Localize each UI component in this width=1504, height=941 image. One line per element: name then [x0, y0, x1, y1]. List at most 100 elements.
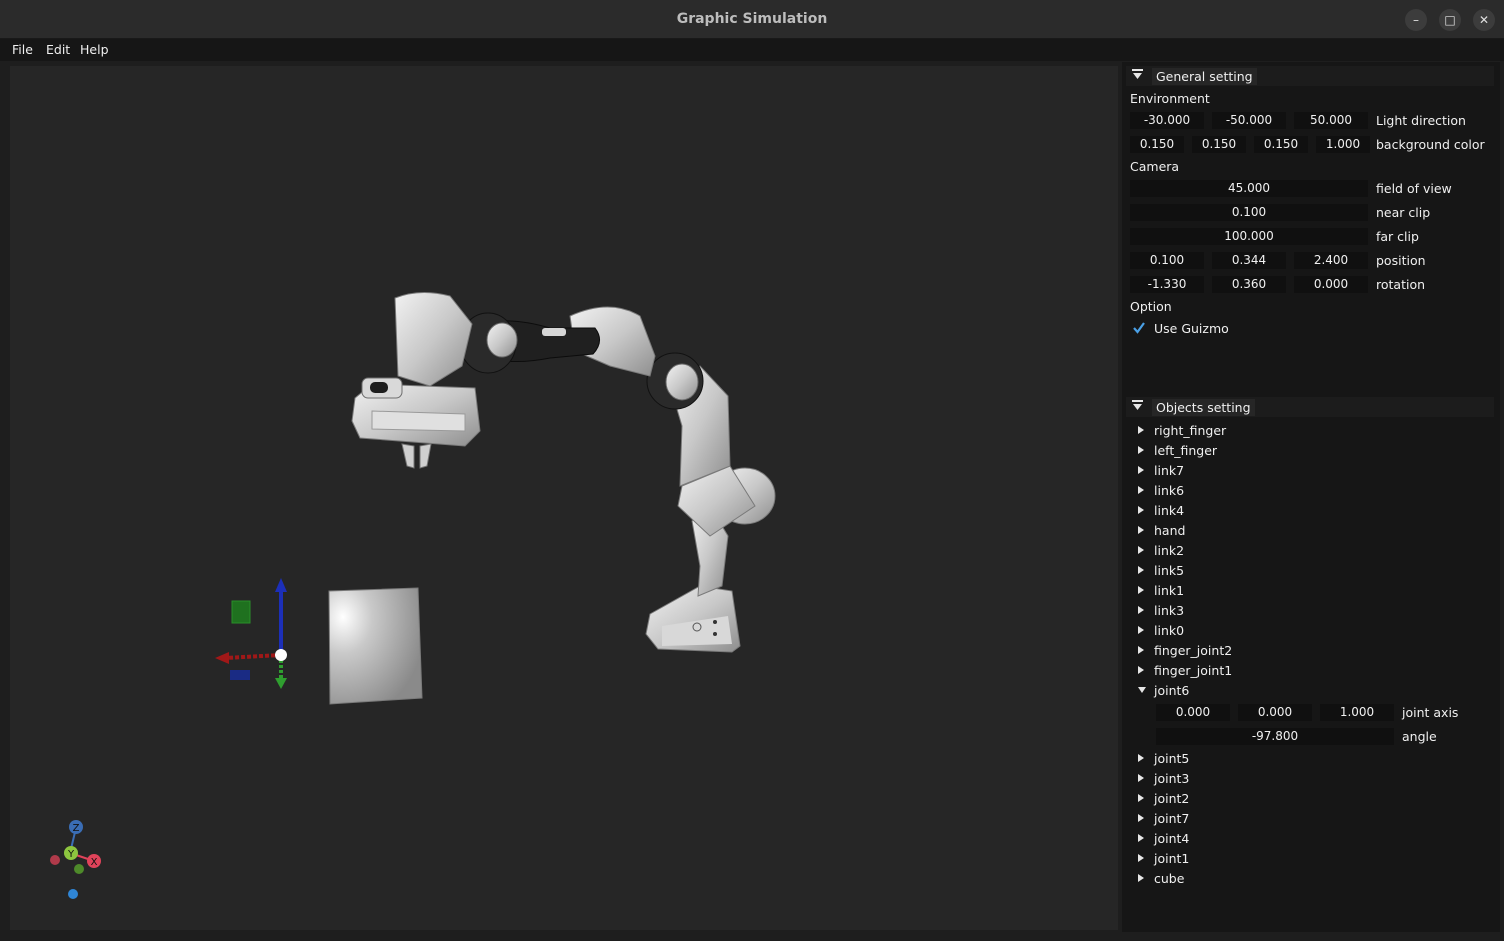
menu-bar: File Edit Help — [0, 39, 1504, 61]
tree-item-label[interactable]: joint5 — [1154, 751, 1189, 766]
menu-edit[interactable]: Edit — [46, 42, 70, 57]
settings-panel: General setting Environment -30.000 -50.… — [1122, 62, 1500, 932]
expand-arrow-icon[interactable] — [1138, 486, 1144, 494]
camera-position-x[interactable]: 0.100 — [1130, 252, 1204, 269]
collapse-arrow-icon — [1132, 69, 1143, 79]
menu-help[interactable]: Help — [80, 42, 109, 57]
camera-label: Camera — [1130, 159, 1180, 174]
camera-rotation-label: rotation — [1376, 277, 1426, 292]
tree-item-label[interactable]: finger_joint2 — [1154, 643, 1232, 658]
expand-arrow-icon[interactable] — [1138, 446, 1144, 454]
tree-item-label[interactable]: hand — [1154, 523, 1185, 538]
expand-arrow-icon[interactable] — [1138, 646, 1144, 654]
scene-render: Z X Y — [50, 292, 776, 899]
light-direction-y[interactable]: -50.000 — [1212, 112, 1286, 129]
camera-rotation-y[interactable]: 0.360 — [1212, 276, 1286, 293]
tree-item-label[interactable]: left_finger — [1154, 443, 1217, 458]
tree-item-label[interactable]: link6 — [1154, 483, 1184, 498]
expand-arrow-icon[interactable] — [1138, 606, 1144, 614]
axis-y-label: Y — [67, 849, 75, 860]
collapse-arrow-icon[interactable] — [1138, 687, 1146, 693]
joint-axis-x[interactable]: 0.000 — [1156, 704, 1230, 721]
expand-arrow-icon[interactable] — [1138, 854, 1144, 862]
background-color-r[interactable]: 0.150 — [1130, 136, 1184, 153]
view-axis-indicator[interactable]: Z X Y — [50, 820, 101, 899]
expand-arrow-icon[interactable] — [1138, 526, 1144, 534]
light-direction-x[interactable]: -30.000 — [1130, 112, 1204, 129]
cube-object[interactable] — [328, 587, 423, 705]
expand-arrow-icon[interactable] — [1138, 506, 1144, 514]
tree-item-label[interactable]: link0 — [1154, 623, 1184, 638]
expand-arrow-icon[interactable] — [1138, 566, 1144, 574]
background-color-a[interactable]: 1.000 — [1316, 136, 1370, 153]
transform-gizmo[interactable] — [215, 578, 287, 689]
angle-label: angle — [1402, 729, 1437, 744]
angle-input[interactable]: -97.800 — [1156, 728, 1394, 745]
expand-arrow-icon[interactable] — [1138, 466, 1144, 474]
background-color-b[interactable]: 0.150 — [1254, 136, 1308, 153]
expand-arrow-icon[interactable] — [1138, 546, 1144, 554]
field-of-view-label: field of view — [1376, 181, 1452, 196]
joint-axis-z[interactable]: 1.000 — [1320, 704, 1394, 721]
tree-item-label[interactable]: joint3 — [1154, 771, 1189, 786]
menu-file[interactable]: File — [12, 42, 33, 57]
expand-arrow-icon[interactable] — [1138, 426, 1144, 434]
tree-item-label[interactable]: link4 — [1154, 503, 1184, 518]
far-clip-label: far clip — [1376, 229, 1419, 244]
maximize-button[interactable]: □ — [1439, 9, 1461, 31]
scene-viewport[interactable]: Z X Y — [10, 66, 1118, 930]
axis-x-label: X — [91, 857, 98, 868]
tree-item-label[interactable]: link2 — [1154, 543, 1184, 558]
background-color-label: background color — [1376, 137, 1485, 152]
expand-arrow-icon[interactable] — [1138, 586, 1144, 594]
title-bar: Graphic Simulation – □ ✕ — [0, 0, 1504, 39]
expand-arrow-icon[interactable] — [1138, 626, 1144, 634]
far-clip-input[interactable]: 100.000 — [1130, 228, 1368, 245]
tree-item-label[interactable]: link7 — [1154, 463, 1184, 478]
camera-position-y[interactable]: 0.344 — [1212, 252, 1286, 269]
tree-item-label[interactable]: joint1 — [1154, 851, 1189, 866]
camera-position-z[interactable]: 2.400 — [1294, 252, 1368, 269]
tree-item-label[interactable]: joint6 — [1154, 683, 1189, 698]
minimize-button[interactable]: – — [1405, 9, 1427, 31]
use-guizmo-label[interactable]: Use Guizmo — [1154, 320, 1229, 337]
tree-item-label[interactable]: joint2 — [1154, 791, 1189, 806]
expand-arrow-icon[interactable] — [1138, 874, 1144, 882]
joint-axis-label: joint axis — [1402, 705, 1459, 720]
camera-position-label: position — [1376, 253, 1426, 268]
window-title: Graphic Simulation — [676, 11, 828, 27]
objects-setting-header[interactable]: Objects setting — [1126, 397, 1494, 417]
close-button[interactable]: ✕ — [1473, 9, 1495, 31]
general-setting-label: General setting — [1152, 68, 1257, 85]
objects-setting-label: Objects setting — [1152, 399, 1255, 416]
tree-item-label[interactable]: joint7 — [1154, 811, 1189, 826]
camera-rotation-z[interactable]: 0.000 — [1294, 276, 1368, 293]
light-direction-label: Light direction — [1376, 113, 1466, 128]
tree-item-label[interactable]: joint4 — [1154, 831, 1189, 846]
background-color-g[interactable]: 0.150 — [1192, 136, 1246, 153]
expand-arrow-icon[interactable] — [1138, 754, 1144, 762]
tree-item-label[interactable]: finger_joint1 — [1154, 663, 1232, 678]
expand-arrow-icon[interactable] — [1138, 814, 1144, 822]
axis-z-label: Z — [73, 823, 80, 834]
tree-item-label[interactable]: link1 — [1154, 583, 1184, 598]
collapse-arrow-icon — [1132, 400, 1143, 410]
general-setting-header[interactable]: General setting — [1126, 66, 1494, 86]
option-label: Option — [1130, 299, 1172, 314]
tree-item-label[interactable]: link5 — [1154, 563, 1184, 578]
tree-item-label[interactable]: cube — [1154, 871, 1184, 886]
light-direction-z[interactable]: 50.000 — [1294, 112, 1368, 129]
tree-item-label[interactable]: link3 — [1154, 603, 1184, 618]
expand-arrow-icon[interactable] — [1138, 794, 1144, 802]
checkmark-icon[interactable] — [1132, 321, 1146, 335]
tree-item-label[interactable]: right_finger — [1154, 423, 1226, 438]
camera-rotation-x[interactable]: -1.330 — [1130, 276, 1204, 293]
environment-label: Environment — [1130, 91, 1210, 106]
expand-arrow-icon[interactable] — [1138, 834, 1144, 842]
expand-arrow-icon[interactable] — [1138, 774, 1144, 782]
near-clip-label: near clip — [1376, 205, 1431, 220]
joint-axis-y[interactable]: 0.000 — [1238, 704, 1312, 721]
near-clip-input[interactable]: 0.100 — [1130, 204, 1368, 221]
expand-arrow-icon[interactable] — [1138, 666, 1144, 674]
field-of-view-input[interactable]: 45.000 — [1130, 180, 1368, 197]
